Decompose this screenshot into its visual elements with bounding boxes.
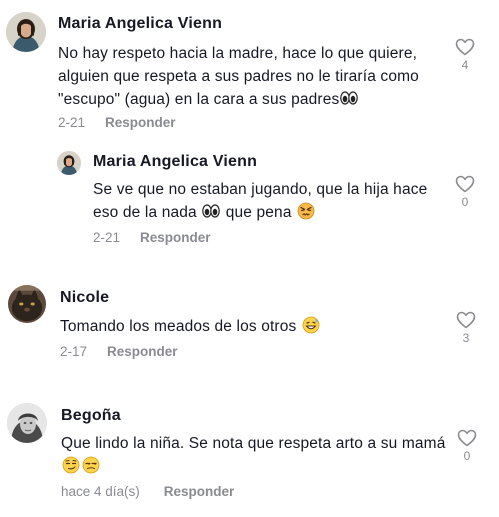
comment-date: hace 4 día(s) xyxy=(61,484,140,499)
avatar[interactable] xyxy=(6,12,46,52)
heart-icon xyxy=(455,38,475,56)
like-button[interactable]: 0 xyxy=(456,429,478,463)
grinning-sweat-face-emoji xyxy=(302,316,320,334)
comment-author[interactable]: Maria Angelica Vienn xyxy=(58,15,222,33)
like-count: 0 xyxy=(463,449,471,463)
comment-text: Tomando los meados de los otros xyxy=(60,315,430,338)
heart-icon xyxy=(457,429,477,447)
reply-button[interactable]: Responder xyxy=(107,344,178,359)
comment-meta: 2-17 Responder xyxy=(60,344,178,359)
like-count: 4 xyxy=(461,58,469,72)
smirking-face-emoji xyxy=(62,456,80,474)
heart-icon xyxy=(456,311,476,329)
avatar[interactable] xyxy=(57,151,81,175)
comment-item: Nicole Tomando los meados de los otros 2… xyxy=(0,260,499,380)
comment-date: 2-21 xyxy=(93,230,121,245)
like-button[interactable]: 4 xyxy=(454,38,476,72)
avatar[interactable] xyxy=(7,403,47,443)
unamused-face-emoji xyxy=(82,456,100,474)
comment-author[interactable]: Begoña xyxy=(61,407,121,425)
comment-text: Se ve que no estaban jugando, que la hij… xyxy=(93,178,433,224)
eyes-emoji xyxy=(340,89,359,107)
comment-author[interactable]: Nicole xyxy=(60,289,109,307)
comment-meta: 2-21 Responder xyxy=(58,115,176,130)
like-button[interactable]: 0 xyxy=(454,175,476,209)
like-count: 3 xyxy=(462,331,470,345)
comment-meta: hace 4 día(s) Responder xyxy=(61,484,234,499)
reply-button[interactable]: Responder xyxy=(140,230,211,245)
comment-text: No hay respeto hacia la madre, hace lo q… xyxy=(58,42,423,111)
comment-item: Maria Angelica Vienn No hay respeto haci… xyxy=(0,0,499,140)
comment-text: Que lindo la niña. Se nota que respeta a… xyxy=(61,432,446,478)
comment-text-body: No hay respeto hacia la madre, hace lo q… xyxy=(58,45,419,108)
avatar[interactable] xyxy=(8,285,46,323)
like-count: 0 xyxy=(461,195,469,209)
comment-meta: 2-21 Responder xyxy=(93,230,211,245)
comment-item: Begoña Que lindo la niña. Se nota que re… xyxy=(0,380,499,517)
like-button[interactable]: 3 xyxy=(455,311,477,345)
comment-date: 2-21 xyxy=(58,115,86,130)
comment-date: 2-17 xyxy=(60,344,88,359)
eyes-emoji xyxy=(202,202,221,220)
reply-button[interactable]: Responder xyxy=(164,484,235,499)
comment-author[interactable]: Maria Angelica Vienn xyxy=(93,153,257,171)
comment-text-body: Que lindo la niña. Se nota que respeta a… xyxy=(61,435,446,452)
angry-face-emoji xyxy=(297,202,315,220)
heart-icon xyxy=(455,175,475,193)
reply-button[interactable]: Responder xyxy=(105,115,176,130)
comment-text-part2: que pena xyxy=(225,204,292,221)
comment-text-body: Tomando los meados de los otros xyxy=(60,318,297,335)
reply-item: Maria Angelica Vienn Se ve que no estaba… xyxy=(0,140,499,260)
